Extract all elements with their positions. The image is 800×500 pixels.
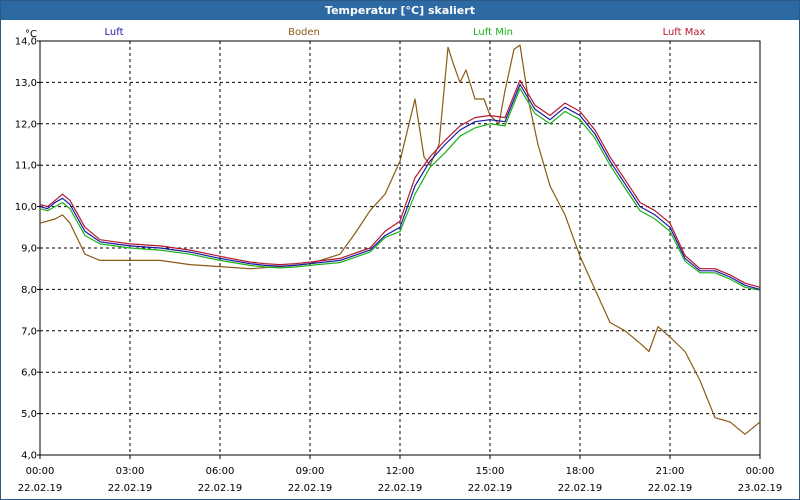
- y-tick-label: 8,0: [21, 285, 37, 296]
- temperature-chart: Luft Boden Luft Min Luft Max 14,013,012,011…: [15, 27, 783, 494]
- legend-entry: Luft Max: [663, 27, 706, 38]
- x-tick-time-label: 12:00: [386, 466, 415, 477]
- x-tick-time-label: 06:00: [206, 466, 235, 477]
- legend-entry: Luft Min: [473, 27, 513, 38]
- legend-entry: Boden: [288, 27, 320, 38]
- x-tick-date-label: 22.02.19: [18, 483, 63, 494]
- x-tick-date-label: 22.02.19: [468, 483, 513, 494]
- x-tick-time-label: 18:00: [566, 466, 595, 477]
- x-tick-date-label: 22.02.19: [288, 483, 333, 494]
- series-line: [39, 79, 761, 288]
- x-tick-date-label: 22.02.19: [198, 483, 243, 494]
- chart-window: Temperatur [°C] skaliert Luft Boden Luft M…: [0, 0, 800, 500]
- x-tick-time-label: 15:00: [476, 466, 505, 477]
- x-tick-date-label: 22.02.19: [378, 483, 423, 494]
- x-tick-time-label: 09:00: [296, 466, 325, 477]
- x-tick-time-label: 00:00: [26, 466, 55, 477]
- window-title: Temperatur [°C] skaliert: [1, 1, 799, 20]
- y-tick-label: 7,0: [21, 326, 37, 337]
- legend-entry: Luft: [105, 27, 124, 38]
- x-tick-time-label: 03:00: [116, 466, 145, 477]
- x-tick-date-label: 23.02.19: [738, 483, 783, 494]
- y-axis-unit-label: °C: [25, 29, 37, 40]
- x-tick-date-label: 22.02.19: [108, 483, 153, 494]
- chart-grid: [39, 40, 761, 456]
- y-tick-label: 6,0: [21, 368, 37, 379]
- y-tick-label: 10,0: [15, 202, 37, 213]
- x-tick-time-label: 21:00: [656, 466, 685, 477]
- y-tick-label: 11,0: [15, 161, 37, 172]
- x-tick-time-label: 00:00: [746, 466, 775, 477]
- y-tick-label: 9,0: [21, 244, 37, 255]
- x-axis: 00:00 22.02.19 03:00 22.02.19 06:00 22.02.19 0…: [18, 455, 783, 494]
- y-tick-label: 4,0: [21, 451, 37, 462]
- y-tick-label: 5,0: [21, 409, 37, 420]
- y-tick-label: 13,0: [15, 78, 37, 89]
- x-tick-date-label: 22.02.19: [648, 483, 693, 494]
- y-tick-label: 12,0: [15, 119, 37, 130]
- chart-legend: Luft Boden Luft Min Luft Max: [105, 27, 706, 38]
- x-tick-date-label: 22.02.19: [558, 483, 603, 494]
- y-axis: 14,013,012,011,010,09,08,07,06,05,04,0°C: [15, 29, 40, 462]
